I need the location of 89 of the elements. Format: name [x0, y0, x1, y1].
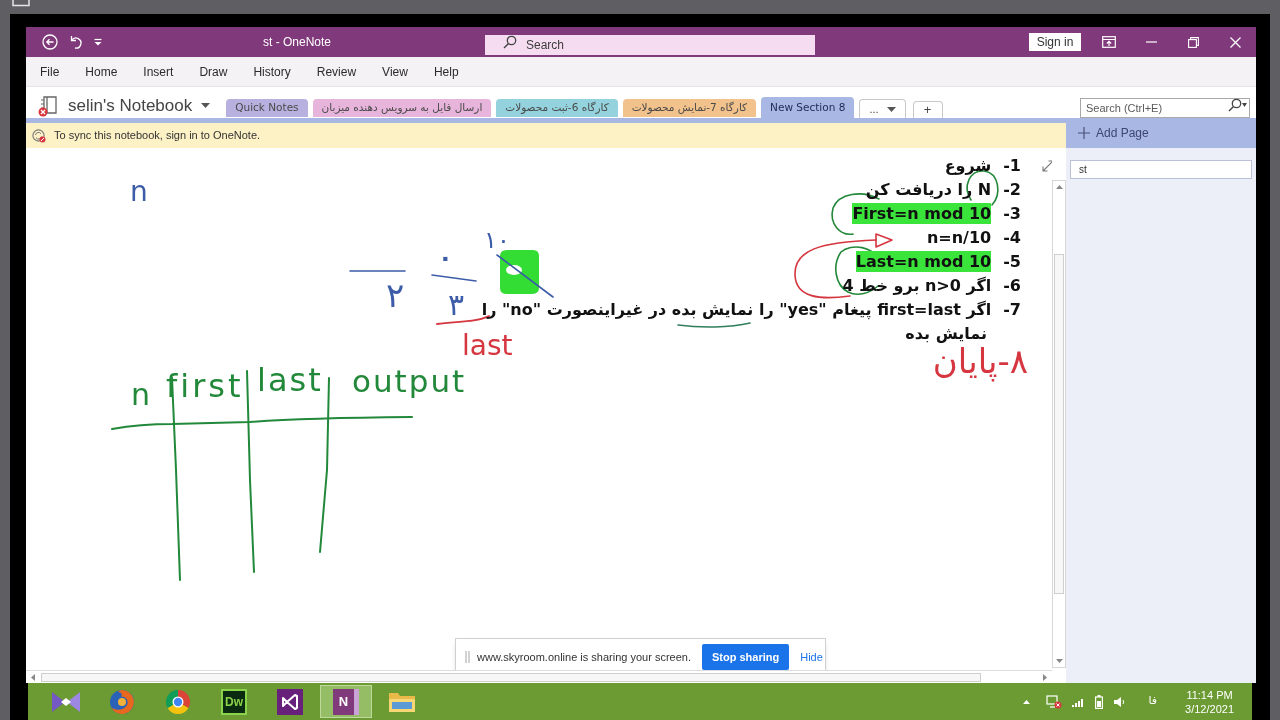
add-page-button[interactable]: Add Page [1066, 118, 1256, 148]
note-text: First=n mod 10 [852, 203, 992, 224]
list-number: 3- [1003, 203, 1021, 224]
search-icon [1228, 97, 1242, 112]
chevron-up-icon[interactable] [1023, 699, 1031, 704]
loop-tile-icon [277, 688, 303, 715]
menu-tab[interactable]: Draw [191, 62, 236, 81]
speaker-icon[interactable] [1113, 695, 1127, 708]
menu-tab[interactable]: Help [425, 62, 467, 81]
undo-icon[interactable] [69, 35, 83, 49]
sign-in-button[interactable]: Sign in [1029, 33, 1081, 51]
scrollbar-thumb[interactable] [1054, 254, 1064, 594]
note-text: شروع [944, 155, 992, 176]
handwritten-text: n [131, 380, 150, 410]
handwritten-text: output [352, 366, 467, 397]
hide-link[interactable]: Hide [800, 648, 823, 666]
share-message: www.skyroom.online is sharing your screen. [477, 649, 691, 665]
sync-error-icon [32, 128, 46, 143]
ink-strike-line [496, 254, 554, 298]
menu-tab[interactable]: Insert [135, 62, 182, 81]
handwritten-text: last [257, 364, 323, 396]
app-logo: Dw [221, 688, 247, 715]
menu-tab[interactable]: View [374, 62, 416, 81]
handwritten-text: ۲ [386, 278, 405, 312]
network-error-icon[interactable] [1046, 694, 1063, 709]
plus-icon [1078, 127, 1090, 139]
list-number: 5- [1003, 251, 1021, 272]
grip-icon [465, 651, 470, 663]
ink-fraction-line [349, 270, 406, 272]
battery-icon[interactable] [1095, 694, 1104, 709]
section-tab[interactable]: کارگاه 6-ثبت محصولات [496, 99, 618, 117]
window-title: st - OneNote [262, 34, 332, 51]
vertical-scrollbar[interactable] [1052, 180, 1066, 668]
taskbar-button[interactable]: Dw [208, 685, 260, 718]
back-icon[interactable] [42, 34, 58, 50]
menu-tab[interactable]: Review [308, 62, 365, 81]
note-text: Last=n mod 10 [855, 251, 992, 272]
caret-icon [886, 106, 896, 112]
search-icon [503, 35, 517, 49]
stop-sharing-button[interactable]: Stop sharing [702, 644, 790, 670]
note-text: نمایش بده [905, 323, 987, 344]
ink-fraction-line [431, 274, 477, 282]
menu-tab[interactable]: History [245, 62, 299, 81]
list-number: 7- [1003, 299, 1021, 320]
up-arrow-icon[interactable] [1055, 185, 1063, 189]
section-tab[interactable]: کارگاه 7-نمایش محصولات [622, 99, 757, 117]
scrollbar-thumb[interactable] [41, 672, 981, 682]
handwritten-text: ۰ [438, 246, 453, 270]
highlighter-blob [500, 250, 539, 294]
restore-icon[interactable] [1187, 36, 1199, 48]
monitor-icon [12, 0, 30, 7]
minimize-icon[interactable] [1145, 41, 1157, 43]
handwritten-text: ۳ [448, 290, 465, 320]
caret-icon [201, 103, 211, 108]
caret-icon [1242, 102, 1247, 107]
globe-icon [109, 688, 135, 715]
handwritten-text: last [462, 332, 513, 360]
list-number: 1- [1003, 155, 1021, 176]
page-item[interactable]: st [1070, 160, 1252, 179]
caret-icon[interactable] [94, 38, 102, 46]
section-overflow-button[interactable]: ... [859, 99, 906, 118]
section-tab[interactable]: New Section 8 [761, 97, 855, 118]
search-box[interactable]: Search [485, 35, 815, 55]
sync-message: To sync this notebook, sign in to OneNote. [54, 128, 261, 144]
right-arrow-icon[interactable] [1043, 673, 1047, 681]
left-arrow-icon[interactable] [31, 673, 35, 681]
list-number: 4- [1003, 227, 1021, 248]
down-arrow-icon[interactable] [1055, 659, 1063, 663]
note-text: اگر first=last پیغام "yes" را نمایش بده در غیراینصورت "no" را [481, 299, 992, 320]
horizontal-scrollbar[interactable] [26, 670, 1052, 683]
menu-tab[interactable]: Home [77, 62, 126, 81]
app-logo: N [333, 688, 359, 715]
menu-tab[interactable]: File [32, 62, 68, 81]
ring-icon [165, 688, 191, 715]
notebook-picker[interactable]: selin's Notebook [68, 92, 211, 119]
search-field[interactable]: Search (Ctrl+E) [1080, 97, 1250, 118]
note-text: n=n/10 [926, 227, 992, 248]
list-number: 6- [1003, 275, 1021, 296]
add-section-button[interactable]: + [912, 101, 943, 118]
expand-icon[interactable] [1042, 160, 1052, 172]
list-number: 2- [1003, 179, 1021, 200]
close-icon[interactable] [1229, 36, 1241, 48]
handwritten-text: ۱۰ [484, 228, 510, 252]
taskbar-button[interactable]: N [320, 685, 372, 718]
bowtie-icon [51, 689, 81, 714]
note-text: اگر n>0 برو خط 4 [842, 275, 992, 296]
ribbon-options-icon[interactable] [1102, 36, 1116, 48]
handwritten-text: n [130, 178, 148, 206]
signal-icon[interactable] [1072, 696, 1086, 707]
